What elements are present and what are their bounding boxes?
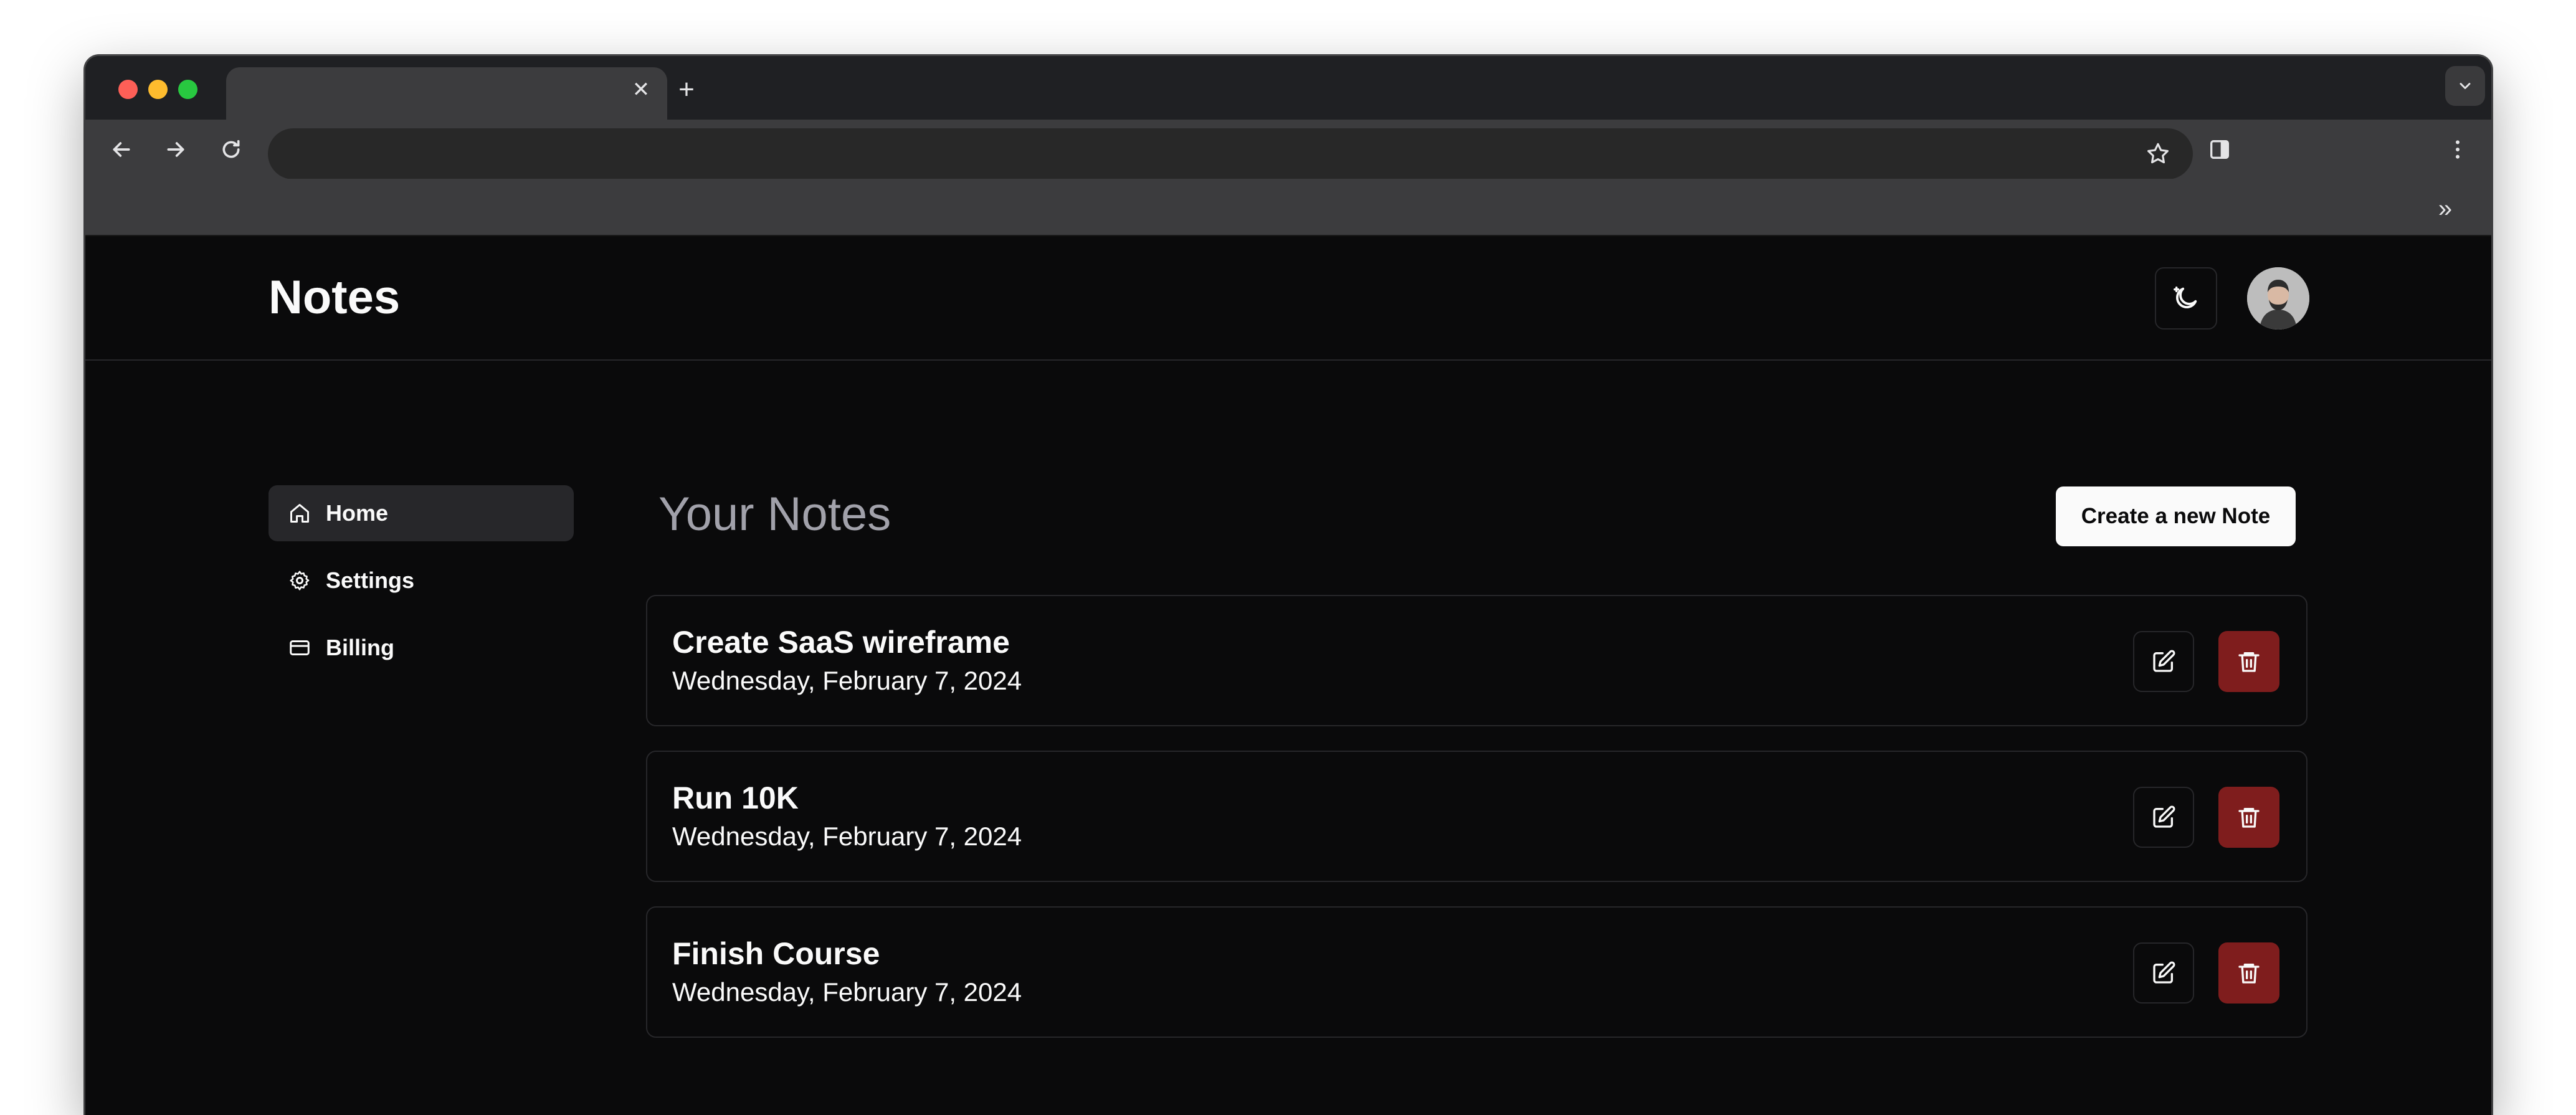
trash-icon [2238, 652, 2260, 672]
chevron-down-icon [2460, 83, 2471, 89]
note-date: Wednesday, February 7, 2024 [672, 822, 1022, 851]
side-panel-button[interactable] [2202, 132, 2237, 167]
edit-icon [2153, 961, 2175, 984]
note-card: Finish Course Wednesday, February 7, 202… [646, 906, 2307, 1038]
back-icon [113, 142, 130, 157]
delete-note-button[interactable] [2218, 631, 2279, 692]
note-card: Run 10K Wednesday, February 7, 2024 [646, 751, 2307, 882]
page-title: Your Notes [658, 488, 891, 541]
star-icon [2147, 143, 2169, 164]
home-icon [287, 501, 312, 526]
delete-note-button[interactable] [2218, 942, 2279, 1004]
sidebar-item-home[interactable]: Home [269, 485, 574, 541]
bookmarks-overflow-icon[interactable]: » [2428, 191, 2463, 226]
bookmark-star-button[interactable] [2142, 138, 2174, 170]
reload-button[interactable] [214, 132, 249, 167]
user-avatar-image [2247, 267, 2309, 330]
tab-strip: ✕ + [85, 56, 2491, 120]
app-page: Notes Home Settings Billing Your Notes C… [85, 236, 2491, 1115]
side-panel-icon [2210, 140, 2229, 159]
new-tab-button[interactable]: + [668, 71, 705, 108]
note-date: Wednesday, February 7, 2024 [672, 666, 1022, 695]
moon-sun-icon [2174, 287, 2197, 308]
sidebar-item-settings[interactable]: Settings [269, 553, 574, 609]
browser-window: ✕ + » Notes Home Settings Billing Your N… [85, 56, 2491, 1115]
edit-icon [2153, 805, 2175, 828]
edit-icon [2153, 650, 2175, 672]
minimize-window-button[interactable] [148, 80, 168, 99]
edit-note-button[interactable] [2133, 942, 2194, 1004]
avatar[interactable] [2247, 267, 2309, 330]
address-bar[interactable] [268, 128, 2193, 179]
sidebar-item-billing[interactable]: Billing [269, 620, 574, 676]
tab-search-button[interactable] [2445, 66, 2485, 106]
maximize-window-button[interactable] [178, 80, 197, 99]
credit-card-icon [287, 635, 312, 660]
delete-note-button[interactable] [2218, 787, 2279, 848]
note-title: Finish Course [672, 936, 880, 971]
browser-menu-button[interactable] [2440, 132, 2475, 167]
trash-icon [2238, 964, 2260, 984]
back-button[interactable] [104, 132, 139, 167]
sidebar-item-label: Settings [326, 567, 415, 593]
forward-button[interactable] [158, 132, 193, 167]
reload-icon [222, 140, 240, 158]
browser-tab[interactable]: ✕ [226, 67, 667, 120]
edit-note-button[interactable] [2133, 631, 2194, 692]
note-card: Create SaaS wireframe Wednesday, Februar… [646, 595, 2307, 726]
note-title: Create SaaS wireframe [672, 625, 1010, 660]
tab-close-icon[interactable]: ✕ [627, 76, 655, 103]
forward-icon [167, 142, 184, 157]
note-date: Wednesday, February 7, 2024 [672, 977, 1022, 1007]
trash-icon [2238, 808, 2260, 828]
create-note-button[interactable]: Create a new Note [2056, 486, 2296, 546]
browser-toolbar [85, 120, 2491, 179]
edit-note-button[interactable] [2133, 787, 2194, 848]
sidebar-item-label: Billing [326, 635, 394, 660]
theme-toggle-button[interactable] [2155, 267, 2217, 330]
sidebar-item-label: Home [326, 500, 389, 526]
gear-icon [287, 568, 312, 593]
close-window-button[interactable] [118, 80, 138, 99]
note-title: Run 10K [672, 780, 799, 815]
app-header: Notes [85, 236, 2491, 361]
more-menu-icon [2456, 140, 2460, 159]
brand-title[interactable]: Notes [269, 270, 400, 326]
bookmarks-bar: » [85, 179, 2491, 236]
